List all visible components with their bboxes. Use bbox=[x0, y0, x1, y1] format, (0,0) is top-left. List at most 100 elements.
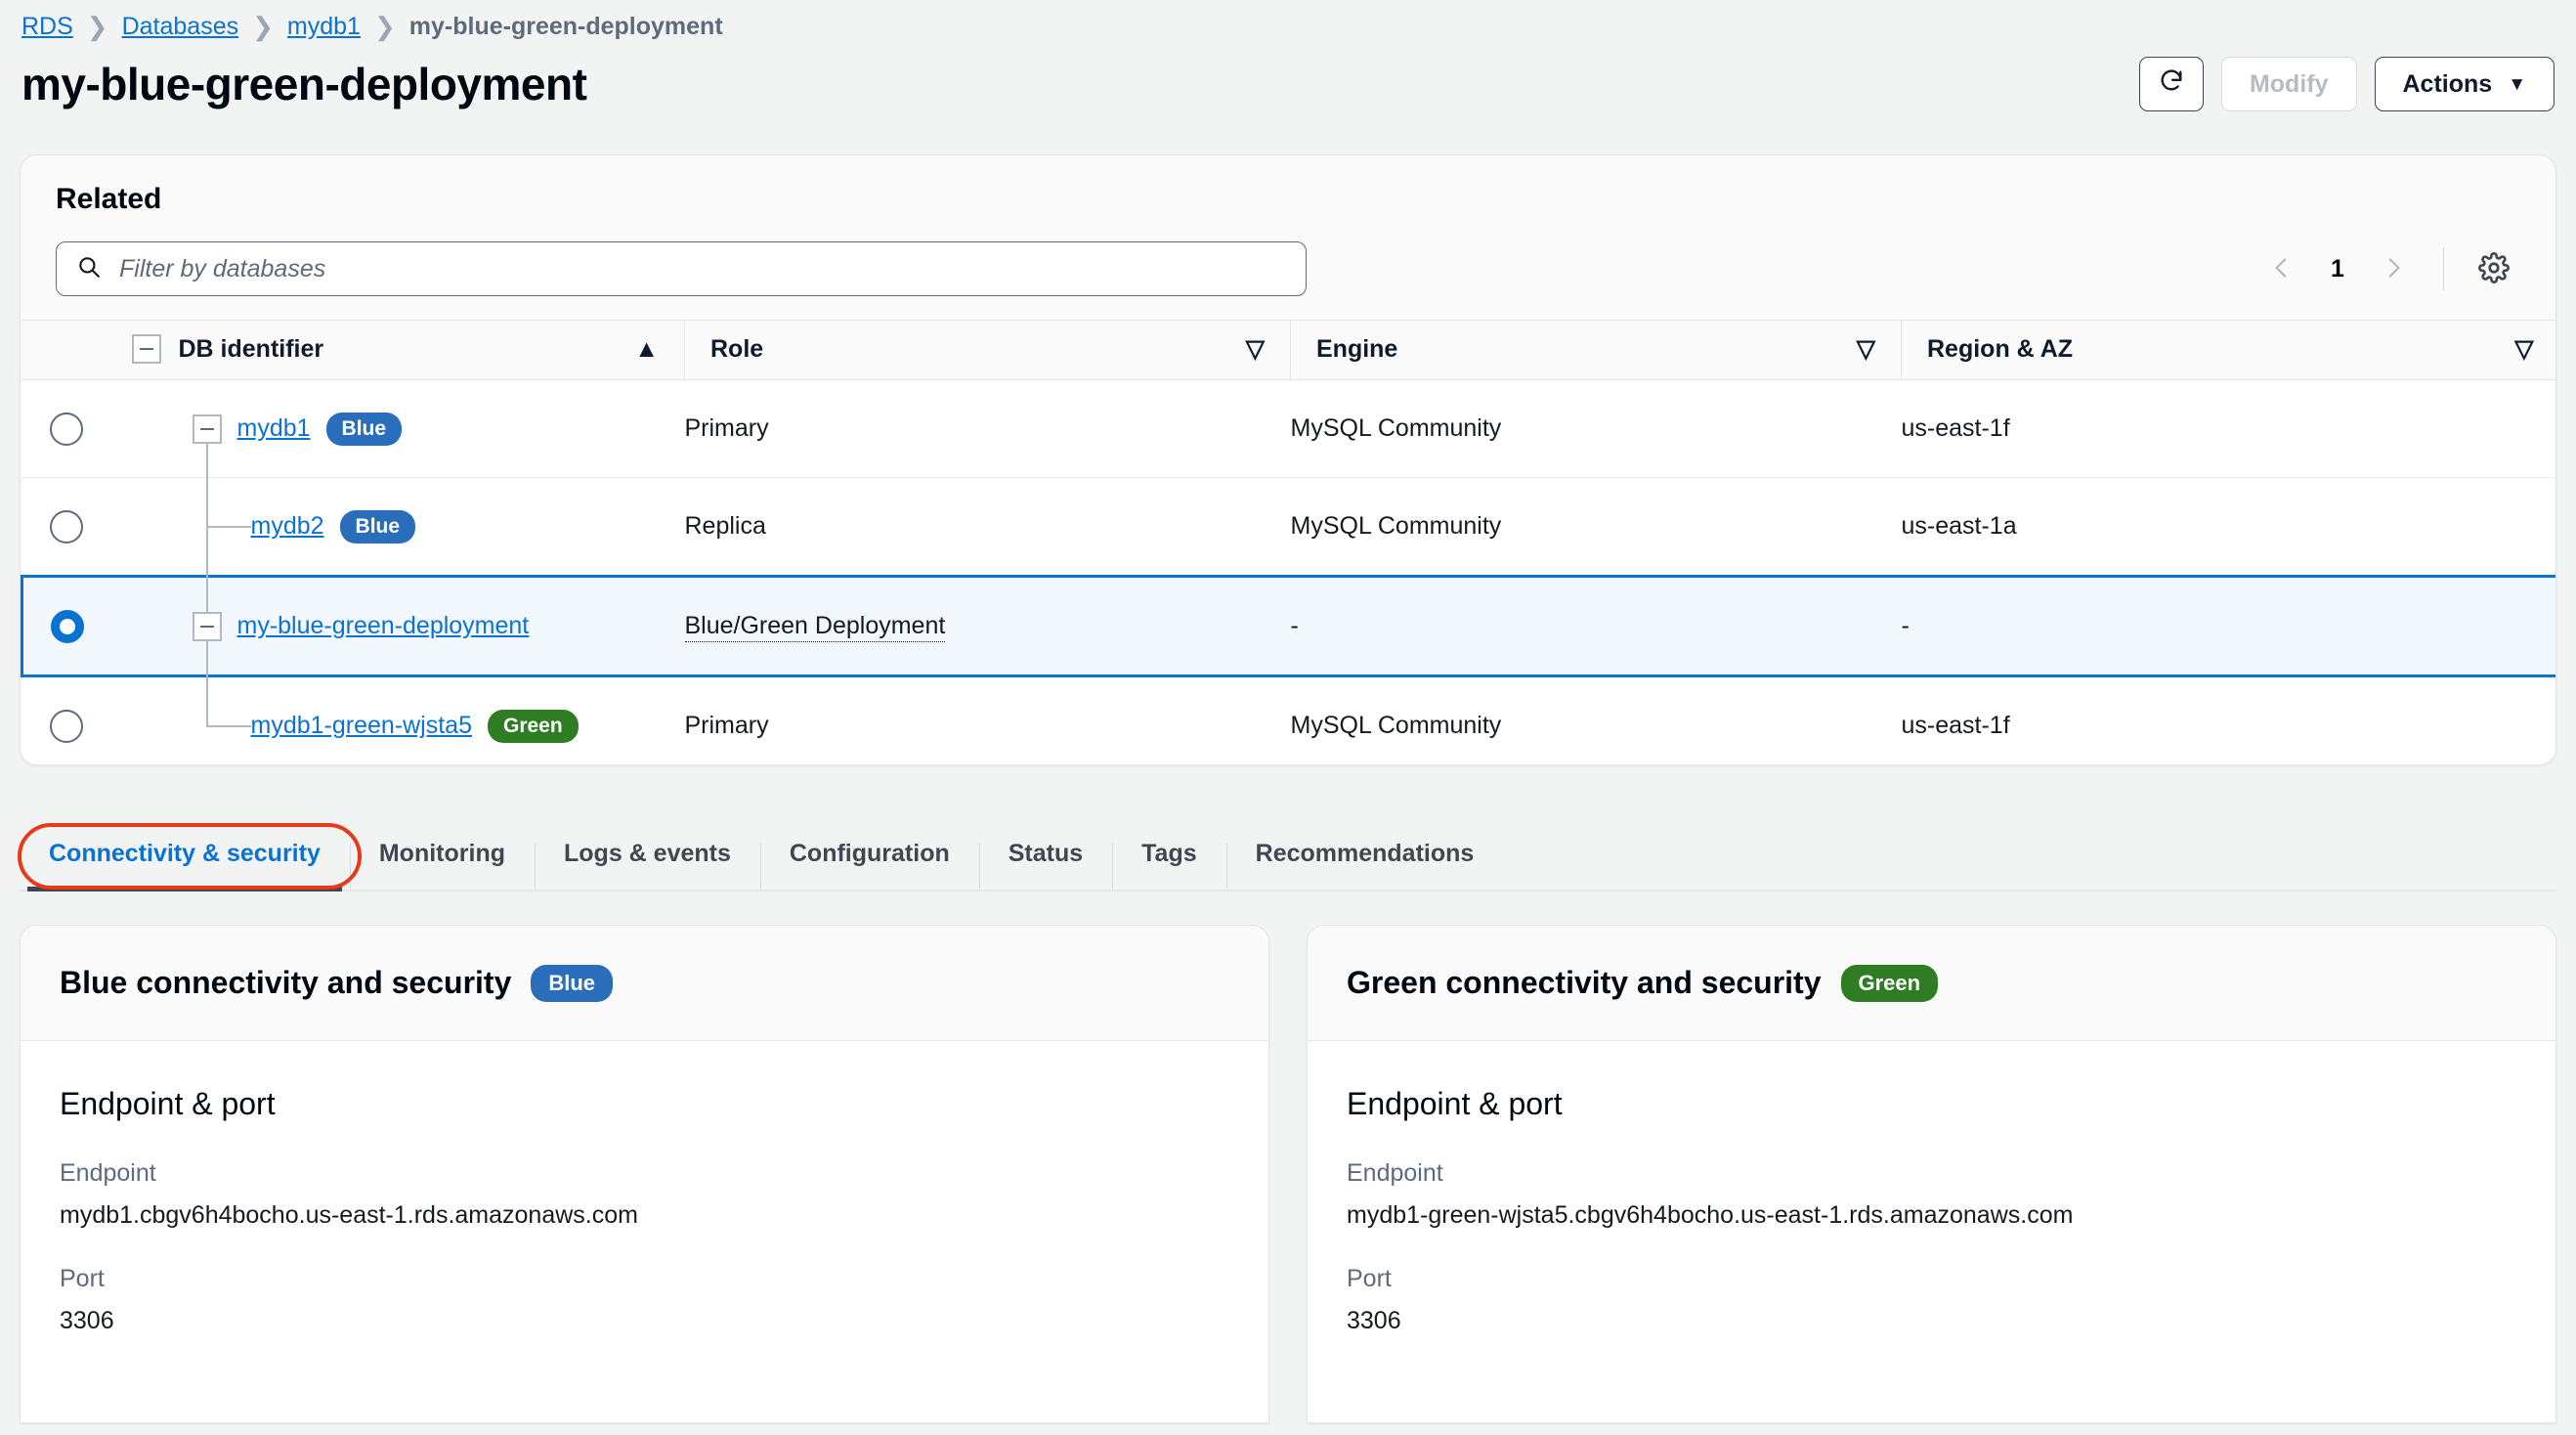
table-row-selected[interactable]: my-blue-green-deployment Blue/Green Depl… bbox=[21, 529, 2555, 723]
blue-connectivity-panel: Blue connectivity and security Blue Endp… bbox=[20, 925, 1269, 1423]
gear-icon bbox=[2478, 251, 2510, 286]
chevron-left-icon bbox=[2269, 253, 2295, 285]
breadcrumb-item-rds[interactable]: RDS bbox=[21, 13, 73, 41]
db-identifier-link[interactable]: mydb1 bbox=[237, 414, 311, 443]
search-input[interactable] bbox=[119, 254, 1286, 283]
divider bbox=[2443, 247, 2444, 290]
refresh-icon bbox=[2158, 67, 2185, 102]
table-row[interactable]: mydb1 Blue Primary MySQL Community us-ea… bbox=[21, 379, 2555, 526]
sort-icon: ▽ bbox=[2514, 335, 2534, 363]
row-radio-button[interactable] bbox=[49, 709, 83, 743]
actions-label: Actions bbox=[2402, 69, 2493, 98]
tab-recommendations[interactable]: Recommendations bbox=[1225, 840, 1504, 890]
pagination-prev-button[interactable] bbox=[2255, 242, 2308, 295]
tab-status[interactable]: Status bbox=[978, 840, 1112, 890]
collapse-all-icon[interactable] bbox=[131, 334, 161, 364]
row-radio-button[interactable] bbox=[49, 412, 83, 446]
port-label: Port bbox=[60, 1265, 105, 1292]
column-header-label: Engine bbox=[1316, 334, 1398, 363]
db-identifier-cell: mydb1-green-wjsta5 Green bbox=[106, 675, 685, 764]
db-identifier-link[interactable]: mydb1-green-wjsta5 bbox=[251, 712, 473, 740]
db-identifier-cell: mydb2 Blue bbox=[106, 429, 685, 624]
row-radio-button-selected[interactable] bbox=[51, 609, 84, 643]
table-row[interactable]: mydb1-green-wjsta5 Green Primary MySQL C… bbox=[21, 675, 2555, 764]
db-identifier-link[interactable]: mydb2 bbox=[251, 512, 324, 541]
chevron-right-icon bbox=[2381, 253, 2406, 285]
db-identifier-cell: my-blue-green-deployment bbox=[106, 529, 685, 723]
search-icon bbox=[76, 254, 102, 284]
expand-toggle-icon[interactable] bbox=[192, 413, 222, 444]
header-actions: Modify Actions ▼ bbox=[2138, 57, 2555, 111]
blue-badge: Blue bbox=[531, 964, 614, 1002]
tab-tags[interactable]: Tags bbox=[1112, 840, 1226, 890]
breadcrumb-item-mydb1[interactable]: mydb1 bbox=[287, 13, 361, 41]
tab-logs-events[interactable]: Logs & events bbox=[535, 840, 760, 890]
green-connectivity-panel: Green connectivity and security Green En… bbox=[1307, 925, 2556, 1423]
refresh-button[interactable] bbox=[2138, 57, 2204, 111]
pagination: 1 bbox=[2255, 242, 2520, 295]
related-databases-table: DB identifier ▲ Role ▽ Engine ▽ Region &… bbox=[21, 320, 2555, 764]
sort-ascending-icon: ▲ bbox=[634, 334, 659, 363]
section-title: Endpoint & port bbox=[1347, 1086, 1563, 1121]
tab-connectivity-security[interactable]: Connectivity & security bbox=[20, 840, 350, 891]
table-controls: 1 bbox=[21, 216, 2555, 296]
column-header-db-identifier[interactable]: DB identifier ▲ bbox=[106, 320, 685, 380]
connectivity-panels: Blue connectivity and security Blue Endp… bbox=[20, 925, 2556, 1423]
row-select-cell bbox=[21, 675, 107, 764]
table-preferences-button[interactable] bbox=[2468, 242, 2520, 295]
breadcrumb-item-current: my-blue-green-deployment bbox=[408, 12, 723, 40]
port-label: Port bbox=[1347, 1265, 1392, 1292]
column-header-label: Region & AZ bbox=[1927, 334, 2074, 363]
pagination-next-button[interactable] bbox=[2367, 242, 2420, 295]
region-az-cell: us-east-1f bbox=[1901, 675, 2555, 764]
page-title: my-blue-green-deployment bbox=[21, 59, 587, 109]
green-badge: Green bbox=[1840, 964, 1939, 1002]
tree-connector bbox=[205, 677, 208, 726]
tab-monitoring[interactable]: Monitoring bbox=[349, 840, 535, 890]
breadcrumb-separator-icon: ❯ bbox=[252, 11, 274, 41]
engine-cell: MySQL Community bbox=[1290, 477, 1902, 577]
db-identifier-cell: mydb1 Blue bbox=[106, 379, 685, 526]
column-header-label: Role bbox=[710, 334, 764, 363]
tab-configuration[interactable]: Configuration bbox=[759, 840, 979, 890]
deployment-badge: Green bbox=[488, 709, 579, 743]
table-header-row: DB identifier ▲ Role ▽ Engine ▽ Region &… bbox=[21, 320, 2555, 380]
port-value: 3306 bbox=[60, 1307, 114, 1334]
chevron-down-icon: ▼ bbox=[2508, 73, 2526, 95]
column-header-region-az[interactable]: Region & AZ ▽ bbox=[1901, 320, 2555, 380]
tree-elbow-connector bbox=[205, 526, 251, 528]
section-title: Endpoint & port bbox=[60, 1086, 276, 1121]
row-select-cell bbox=[21, 477, 107, 577]
engine-cell: MySQL Community bbox=[1290, 379, 1902, 478]
page-header: my-blue-green-deployment Modify Actions … bbox=[0, 43, 2576, 119]
column-header-role[interactable]: Role ▽ bbox=[684, 320, 1291, 380]
deployment-badge: Blue bbox=[325, 412, 403, 446]
engine-cell: MySQL Community bbox=[1290, 675, 1902, 764]
deployment-badge: Blue bbox=[339, 509, 416, 544]
breadcrumb-separator-icon: ❯ bbox=[86, 11, 108, 41]
breadcrumb-separator-icon: ❯ bbox=[373, 11, 396, 41]
row-radio-button[interactable] bbox=[49, 509, 83, 544]
column-header-engine[interactable]: Engine ▽ bbox=[1290, 320, 1902, 380]
role-cell: Primary bbox=[684, 379, 1291, 478]
endpoint-value: mydb1-green-wjsta5.cbgv6h4bocho.us-east-… bbox=[1347, 1201, 2074, 1229]
table-row[interactable]: mydb2 Blue Replica MySQL Community us-ea… bbox=[21, 429, 2555, 624]
panel-body: Endpoint & port Endpoint mydb1.cbgv6h4bo… bbox=[21, 1041, 1268, 1335]
breadcrumb-item-databases[interactable]: Databases bbox=[122, 13, 239, 41]
engine-cell: - bbox=[1290, 575, 1902, 677]
sort-icon: ▽ bbox=[1245, 335, 1265, 363]
endpoint-value: mydb1.cbgv6h4bocho.us-east-1.rds.amazona… bbox=[60, 1201, 638, 1229]
column-header-select bbox=[21, 320, 107, 380]
panel-title: Green connectivity and security bbox=[1347, 965, 1822, 1000]
panel-body: Endpoint & port Endpoint mydb1-green-wjs… bbox=[1308, 1041, 2555, 1335]
sort-icon: ▽ bbox=[1856, 335, 1875, 363]
actions-button[interactable]: Actions ▼ bbox=[2374, 57, 2555, 111]
role-info-link[interactable]: Blue/Green Deployment bbox=[684, 612, 946, 642]
db-identifier-link[interactable]: my-blue-green-deployment bbox=[237, 612, 530, 640]
region-az-cell: us-east-1a bbox=[1901, 477, 2555, 577]
row-select-cell bbox=[21, 575, 107, 677]
expand-toggle-icon[interactable] bbox=[192, 611, 222, 641]
role-cell: Blue/Green Deployment bbox=[684, 575, 1291, 677]
filter-databases-field[interactable] bbox=[56, 241, 1307, 296]
related-title: Related bbox=[56, 183, 162, 215]
